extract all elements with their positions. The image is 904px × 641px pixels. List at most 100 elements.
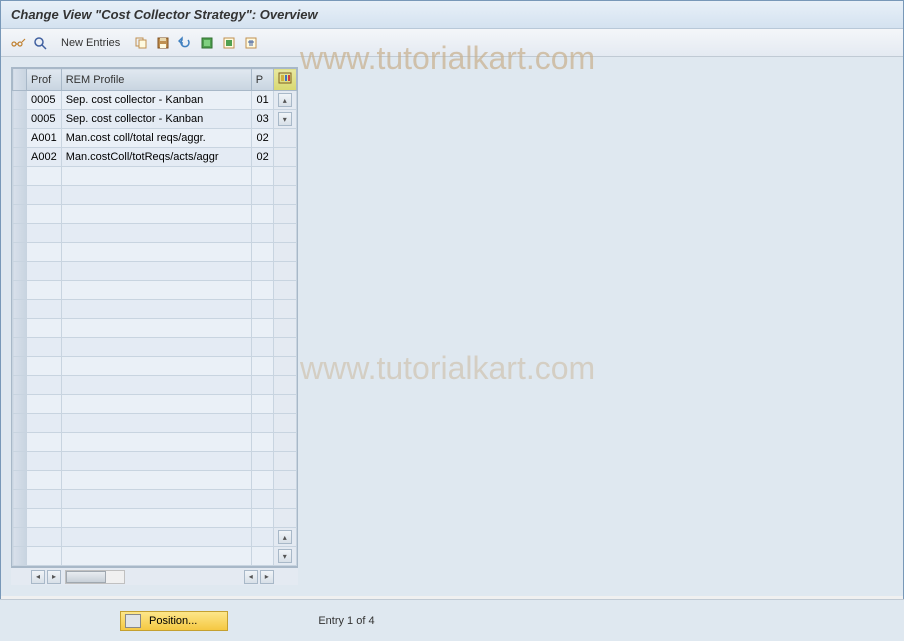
cell-p[interactable] [251,243,273,262]
cell-rem[interactable]: Sep. cost collector - Kanban [61,91,251,110]
table-row[interactable] [13,376,297,395]
table-row[interactable] [13,205,297,224]
cell-p[interactable] [251,376,273,395]
cell-rem[interactable] [61,414,251,433]
cell-rem[interactable] [61,300,251,319]
cell-prof[interactable] [27,281,62,300]
row-selector[interactable] [13,433,27,452]
row-selector[interactable] [13,547,27,566]
hscroll-thumb[interactable] [66,571,106,583]
cell-rem[interactable] [61,376,251,395]
new-entries-button[interactable]: New Entries [53,37,128,49]
magnifier-icon[interactable] [31,34,49,52]
table-row[interactable] [13,452,297,471]
cell-prof[interactable] [27,376,62,395]
cell-rem[interactable] [61,262,251,281]
row-selector[interactable] [13,452,27,471]
cell-rem[interactable] [61,547,251,566]
hscroll-first-icon[interactable]: ◂ [31,570,45,584]
undo-icon[interactable] [176,34,194,52]
cell-p[interactable] [251,224,273,243]
row-selector[interactable] [13,243,27,262]
cell-p[interactable] [251,262,273,281]
cell-p[interactable] [251,471,273,490]
cell-prof[interactable] [27,167,62,186]
hscroll-last-icon[interactable]: ▸ [260,570,274,584]
cell-rem[interactable]: Man.costColl/totReqs/acts/aggr [61,148,251,167]
row-selector[interactable] [13,338,27,357]
cell-rem[interactable] [61,224,251,243]
row-selector[interactable] [13,91,27,110]
cell-rem[interactable] [61,471,251,490]
cell-prof[interactable] [27,205,62,224]
table-row[interactable] [13,319,297,338]
cell-rem[interactable] [61,528,251,547]
row-selector[interactable] [13,110,27,129]
cell-rem[interactable] [61,395,251,414]
cell-prof[interactable] [27,414,62,433]
cell-p[interactable] [251,490,273,509]
table-row[interactable] [13,414,297,433]
cell-p[interactable] [251,300,273,319]
table-row[interactable] [13,243,297,262]
table-row[interactable] [13,224,297,243]
cell-p[interactable] [251,452,273,471]
cell-prof[interactable] [27,224,62,243]
cell-p[interactable]: 01 [251,91,273,110]
cell-prof[interactable] [27,490,62,509]
cell-prof[interactable] [27,528,62,547]
cell-p[interactable] [251,528,273,547]
cell-prof[interactable]: 0005 [27,91,62,110]
cell-prof[interactable] [27,433,62,452]
cell-p[interactable] [251,433,273,452]
cell-prof[interactable] [27,186,62,205]
cell-prof[interactable] [27,243,62,262]
cell-rem[interactable] [61,452,251,471]
row-selector[interactable] [13,376,27,395]
cell-p[interactable] [251,357,273,376]
table-row[interactable] [13,433,297,452]
cell-rem[interactable] [61,433,251,452]
row-selector[interactable] [13,262,27,281]
row-selector-header[interactable] [13,69,27,91]
glasses-pencil-icon[interactable] [9,34,27,52]
cell-p[interactable] [251,547,273,566]
table-row[interactable] [13,262,297,281]
cell-prof[interactable]: A001 [27,129,62,148]
scroll-up-icon[interactable]: ▴ [278,93,292,107]
cell-rem[interactable] [61,281,251,300]
row-selector[interactable] [13,357,27,376]
table-row[interactable] [13,395,297,414]
table-row[interactable] [13,167,297,186]
cell-prof[interactable] [27,547,62,566]
cell-p[interactable] [251,338,273,357]
row-selector[interactable] [13,395,27,414]
cell-prof[interactable] [27,471,62,490]
hscroll-left-icon[interactable]: ▸ [47,570,61,584]
table-row[interactable] [13,490,297,509]
table-row[interactable] [13,281,297,300]
deselect-all-icon[interactable] [220,34,238,52]
table-row[interactable] [13,300,297,319]
cell-prof[interactable] [27,357,62,376]
hscroll-track[interactable] [65,570,125,584]
cell-rem[interactable] [61,243,251,262]
row-selector[interactable] [13,509,27,528]
cell-p[interactable] [251,509,273,528]
table-row[interactable]: 0005Sep. cost collector - Kanban03▾ [13,110,297,129]
cell-p[interactable] [251,205,273,224]
row-selector[interactable] [13,148,27,167]
table-row[interactable] [13,357,297,376]
row-selector[interactable] [13,471,27,490]
cell-prof[interactable] [27,338,62,357]
table-row[interactable]: ▴ [13,528,297,547]
cell-p[interactable]: 02 [251,148,273,167]
scroll-down-icon[interactable]: ▾ [278,112,292,126]
col-header-prof[interactable]: Prof [27,69,62,91]
cell-prof[interactable] [27,300,62,319]
cell-prof[interactable]: A002 [27,148,62,167]
row-selector[interactable] [13,205,27,224]
cell-rem[interactable] [61,357,251,376]
cell-prof[interactable] [27,262,62,281]
cell-rem[interactable]: Man.cost coll/total reqs/aggr. [61,129,251,148]
